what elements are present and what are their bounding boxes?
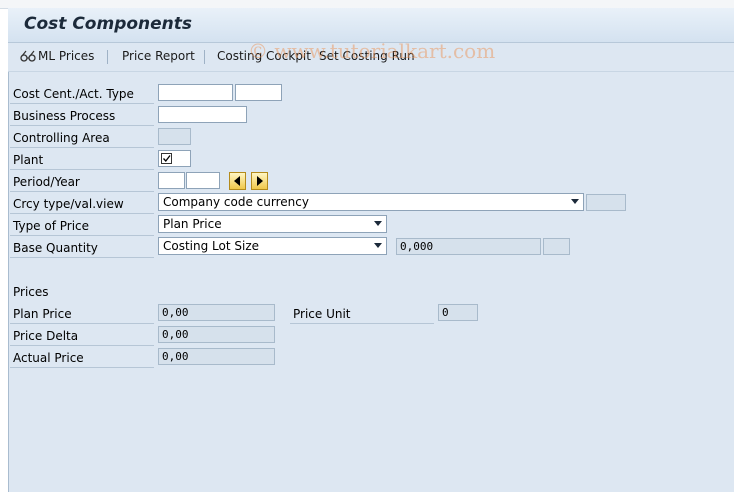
crcy-type-label: Crcy type/val.view (13, 197, 124, 211)
ml-prices-button[interactable]: ML Prices (20, 49, 94, 63)
label-underline (290, 323, 434, 324)
type-of-price-value: Plan Price (163, 217, 222, 231)
checkmark-icon (161, 153, 172, 164)
actual-price-label: Actual Price (13, 351, 84, 365)
business-process-label: Business Process (13, 109, 116, 123)
period-field[interactable] (158, 172, 185, 189)
ml-prices-label: ML Prices (38, 49, 95, 63)
chevron-down-icon (374, 221, 382, 226)
toolbar-separator (107, 50, 108, 64)
year-field[interactable] (186, 172, 220, 189)
label-underline (10, 213, 154, 214)
label-underline (10, 147, 154, 148)
price-report-button[interactable]: Price Report (122, 49, 195, 63)
label-underline (10, 103, 154, 104)
application-toolbar: ML Prices Price Report Costing Cockpit S… (8, 43, 734, 72)
controlling-area-field (158, 128, 191, 145)
price-unit-field: 0 (438, 304, 478, 321)
price-unit-label: Price Unit (293, 307, 351, 321)
glasses-icon (20, 50, 36, 62)
arrow-right-icon (257, 176, 263, 186)
label-underline (10, 191, 154, 192)
price-delta-field: 0,00 (158, 326, 275, 343)
cost-center-field[interactable] (158, 84, 233, 101)
label-underline (10, 345, 154, 346)
label-underline (10, 367, 154, 368)
currency-code-field (586, 194, 626, 211)
label-underline (10, 169, 154, 170)
page-title: Cost Components (24, 14, 193, 34)
set-costing-run-button[interactable]: Set Costing Run (319, 49, 415, 63)
previous-period-button[interactable] (229, 172, 246, 190)
label-underline (10, 235, 154, 236)
chevron-down-icon (571, 199, 579, 204)
business-process-field[interactable] (158, 106, 247, 123)
actual-price-field: 0,00 (158, 348, 275, 365)
next-period-button[interactable] (251, 172, 268, 190)
type-of-price-label: Type of Price (13, 219, 90, 233)
period-year-label: Period/Year (13, 175, 80, 189)
prices-section-label: Prices (13, 285, 49, 299)
base-quantity-value: Costing Lot Size (163, 239, 260, 253)
base-quantity-dropdown[interactable]: Costing Lot Size (158, 237, 387, 255)
label-underline (10, 323, 154, 324)
activity-type-field[interactable] (235, 84, 282, 101)
controlling-area-label: Controlling Area (13, 131, 110, 145)
title-bar: Cost Components (8, 8, 734, 43)
toolbar-separator (204, 50, 205, 64)
chevron-down-icon (374, 243, 382, 248)
type-of-price-dropdown[interactable]: Plan Price (158, 215, 387, 233)
plan-price-field: 0,00 (158, 304, 275, 321)
label-underline (10, 125, 154, 126)
currency-type-dropdown[interactable]: Company code currency (158, 193, 584, 211)
plan-price-label: Plan Price (13, 307, 72, 321)
base-quantity-unit-field (543, 238, 570, 255)
price-delta-label: Price Delta (13, 329, 79, 343)
plant-field[interactable] (158, 150, 191, 167)
plant-label: Plant (13, 153, 44, 167)
currency-type-value: Company code currency (163, 195, 309, 209)
label-underline (10, 257, 154, 258)
base-quantity-amount-field: 0,000 (396, 238, 541, 255)
base-quantity-label: Base Quantity (13, 241, 98, 255)
cost-center-label: Cost Cent./Act. Type (13, 87, 134, 101)
arrow-left-icon (234, 176, 240, 186)
costing-cockpit-button[interactable]: Costing Cockpit (217, 49, 311, 63)
